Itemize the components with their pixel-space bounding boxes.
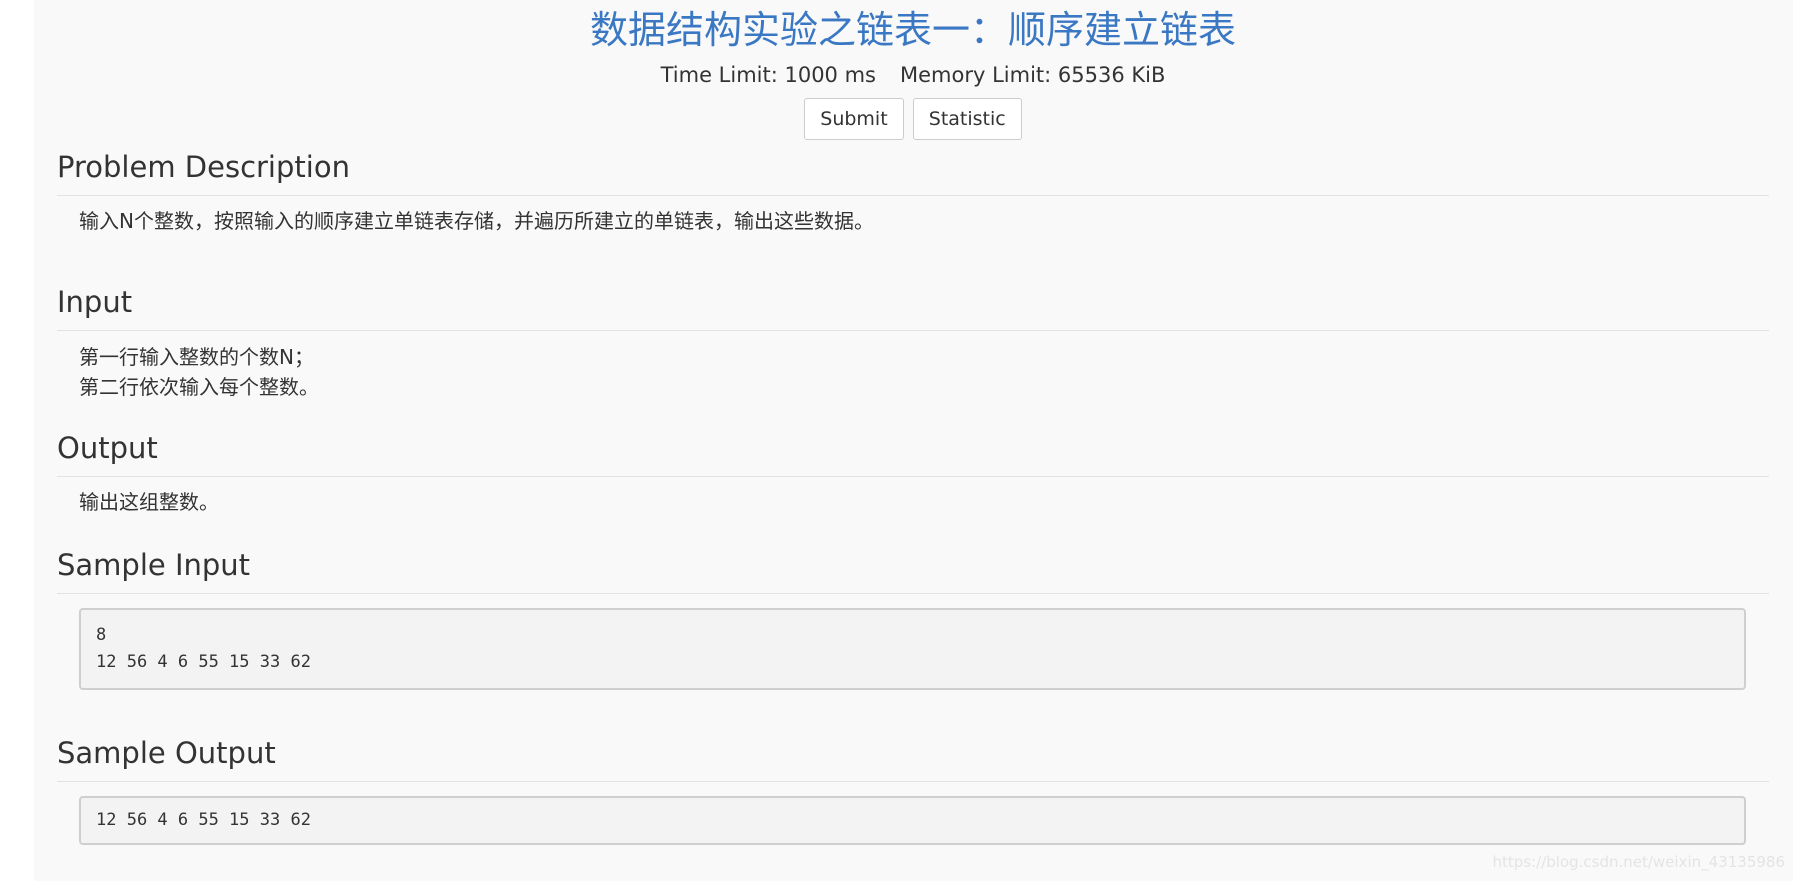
watermark: https://blog.csdn.net/weixin_43135986 — [1492, 853, 1785, 871]
submit-button[interactable]: Submit — [804, 98, 904, 140]
description-section: Problem Description 输入N个整数，按照输入的顺序建立单链表存… — [57, 149, 1769, 236]
description-heading: Problem Description — [57, 149, 1769, 196]
output-text: 输出这组整数。 — [79, 490, 219, 514]
input-line-2: 第二行依次输入每个整数。 — [79, 375, 319, 399]
sample-output-block: 12 56 4 6 55 15 33 62 — [79, 796, 1746, 845]
input-text: 第一行输入整数的个数N； 第二行依次输入每个整数。 — [57, 342, 1769, 402]
memory-limit: Memory Limit: 65536 KiB — [900, 63, 1166, 87]
statistic-button[interactable]: Statistic — [912, 98, 1022, 140]
output-heading: Output — [57, 430, 1769, 477]
problem-actions: Submit Statistic — [57, 98, 1769, 142]
input-line-1: 第一行输入整数的个数N； — [79, 345, 314, 369]
problem-content: 数据结构实验之链表一：顺序建立链表 Time Limit: 1000 ms Mem… — [57, 0, 1769, 845]
sample-input-heading: Sample Input — [57, 547, 1769, 594]
sample-input-section: Sample Input 8 12 56 4 6 55 15 33 62 — [57, 547, 1769, 690]
input-section: Input 第一行输入整数的个数N； 第二行依次输入每个整数。 — [57, 284, 1769, 402]
sample-input-block: 8 12 56 4 6 55 15 33 62 — [79, 608, 1746, 690]
sample-output-heading: Sample Output — [57, 735, 1769, 782]
problem-page: 数据结构实验之链表一：顺序建立链表 Time Limit: 1000 ms Mem… — [34, 0, 1793, 881]
description-text: 输入N个整数，按照输入的顺序建立单链表存储，并遍历所建立的单链表，输出这些数据。 — [79, 209, 874, 233]
output-section: Output 输出这组整数。 — [57, 430, 1769, 517]
time-limit: Time Limit: 1000 ms — [660, 63, 876, 87]
problem-title: 数据结构实验之链表一：顺序建立链表 — [589, 8, 1236, 52]
sample-output-section: Sample Output 12 56 4 6 55 15 33 62 — [57, 735, 1769, 845]
input-heading: Input — [57, 284, 1769, 331]
problem-limits: Time Limit: 1000 ms Memory Limit: 65536 K… — [57, 62, 1769, 88]
